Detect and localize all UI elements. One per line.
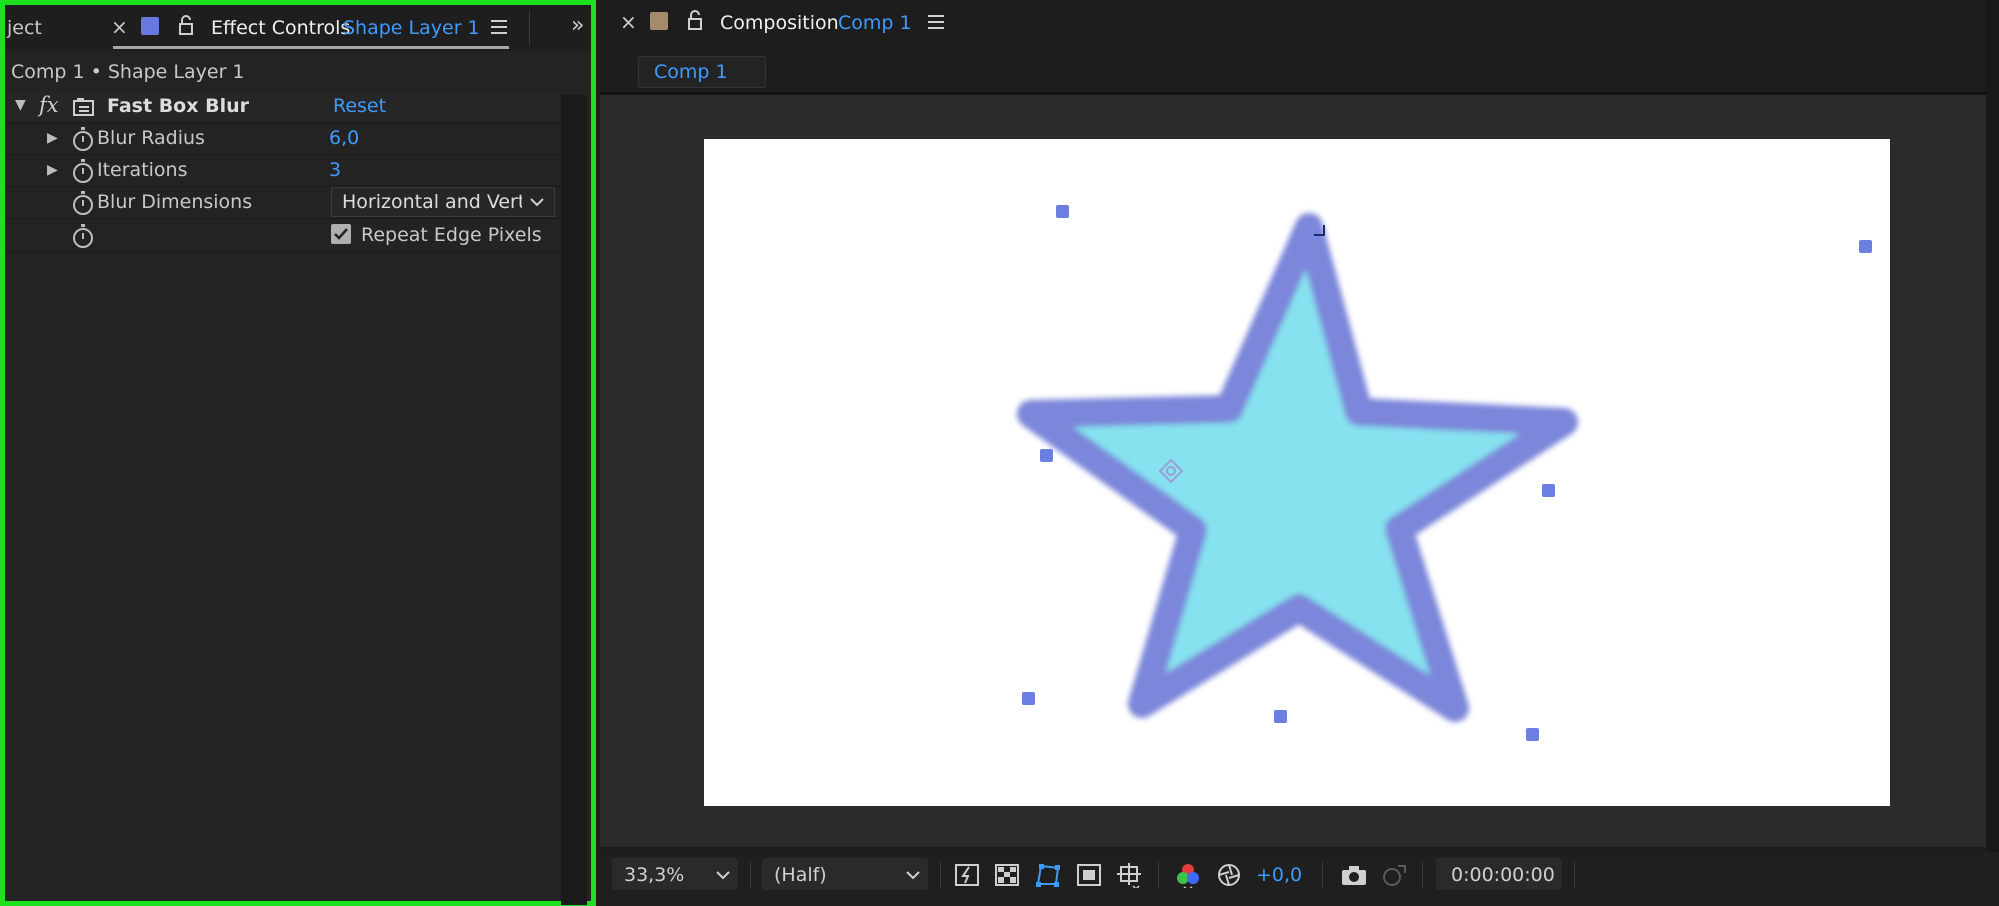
bounding-handle[interactable] [1859,240,1872,253]
close-icon[interactable]: × [620,10,637,34]
panel-menu-icon[interactable] [928,15,944,17]
stopwatch-icon[interactable] [73,191,93,215]
toolbar-separator [1574,862,1575,888]
composition-tab-title[interactable]: Composition [720,12,839,34]
channel-rgb-icon[interactable] [1174,862,1200,888]
reset-button[interactable]: Reset [333,95,386,117]
toolbar-separator [1422,862,1423,888]
toolbar-separator [940,862,941,888]
bounding-handle[interactable] [1040,449,1053,462]
toolbar-separator [750,862,751,888]
effect-controls-panel: ject × Effect Controls Shape Layer 1 » C… [0,0,596,906]
close-icon[interactable]: × [111,15,128,39]
tab-divider [529,11,530,45]
bounding-handle[interactable] [1542,484,1555,497]
comp-flow-tab-label: Comp 1 [654,61,728,83]
viewer-scrollbar[interactable] [1986,0,1999,852]
layer-color-swatch [141,17,159,35]
camera-snapshot-icon[interactable] [1340,862,1366,888]
chevron-right-icon[interactable]: ▶ [47,130,58,146]
stopwatch-icon[interactable] [73,224,93,248]
viewer-toolbar: 33,3% (Half) +0,0 0:00:00:00 [600,852,1999,906]
chevron-down-icon [906,871,920,880]
comp-color-swatch [650,12,668,30]
property-row-repeat-edge[interactable]: Repeat Edge Pixels [5,219,561,253]
repeat-edge-checkbox[interactable] [331,224,351,244]
exposure-value[interactable]: +0,0 [1256,864,1302,886]
effect-controls-tab-layer[interactable]: Shape Layer 1 [343,17,480,39]
grid-guide-options-icon[interactable] [1116,862,1142,888]
stopwatch-icon[interactable] [73,159,93,183]
property-row-iterations[interactable]: ▶ Iterations 3 [5,155,561,187]
effect-controls-tabbar: ject × Effect Controls Shape Layer 1 » [5,5,591,51]
effect-name: Fast Box Blur [107,95,249,117]
blur-dimensions-dropdown[interactable]: Horizontal and Verti [331,187,555,217]
toolbar-separator [1158,862,1159,888]
bounding-handle[interactable] [1526,728,1539,741]
vertex-corner-marker [1314,225,1325,236]
zoom-value: 33,3% [624,864,685,886]
chevron-down-icon [716,871,730,880]
zoom-dropdown[interactable]: 33,3% [612,858,738,890]
bounding-handle[interactable] [1274,710,1287,723]
repeat-edge-label: Repeat Edge Pixels [361,224,542,246]
chevron-down-icon[interactable]: ▼ [15,97,26,113]
fx-icon[interactable]: fx [39,93,59,117]
property-label: Blur Radius [97,127,205,149]
property-label: Blur Dimensions [97,191,253,213]
reset-exposure-icon[interactable] [1216,862,1242,888]
effect-controls-tab-title[interactable]: Effect Controls [211,17,350,39]
star-shape-layer[interactable] [704,139,1890,806]
dropdown-value: Horizontal and Verti [342,191,522,213]
effect-row-fast-box-blur[interactable]: ▼ fx Fast Box Blur Reset [5,91,561,123]
breadcrumb: Comp 1 • Shape Layer 1 [11,61,245,83]
bounding-handle[interactable] [1056,205,1069,218]
resolution-dropdown[interactable]: (Half) [762,858,928,890]
lock-icon[interactable] [686,10,704,32]
lock-icon[interactable] [177,15,195,37]
effect-preset-icon[interactable] [73,98,95,116]
overflow-chevron-icon[interactable]: » [571,13,584,38]
active-tab-underline [113,46,509,49]
project-tab-partial[interactable]: ject [7,17,42,39]
region-of-interest-icon[interactable] [1076,862,1102,888]
composition-tab-comp[interactable]: Comp 1 [838,12,912,34]
toolbar-separator [1322,862,1323,888]
composition-canvas[interactable] [704,139,1890,806]
property-label: Iterations [97,159,188,181]
fast-previews-icon[interactable] [954,862,980,888]
anchor-point-icon[interactable] [1156,456,1186,486]
effect-controls-scrollbar[interactable] [561,95,587,905]
panel-menu-icon[interactable] [491,20,507,22]
chevron-right-icon[interactable]: ▶ [47,162,58,178]
timecode-value: 0:00:00:00 [1451,864,1555,886]
iterations-value[interactable]: 3 [329,159,341,181]
stopwatch-icon[interactable] [73,127,93,151]
property-row-blur-dimensions[interactable]: Blur Dimensions Horizontal and Verti [5,187,561,219]
resolution-value: (Half) [774,864,827,886]
mask-path-visibility-icon[interactable] [1034,862,1060,888]
property-row-blur-radius[interactable]: ▶ Blur Radius 6,0 [5,123,561,155]
bounding-handle[interactable] [1022,692,1035,705]
timecode-display[interactable]: 0:00:00:00 [1436,858,1562,890]
chevron-down-icon [530,198,544,207]
blur-radius-value[interactable]: 6,0 [329,127,359,149]
show-snapshot-icon[interactable] [1380,862,1406,888]
transparency-grid-icon[interactable] [994,862,1020,888]
comp-flow-tab[interactable]: Comp 1 [638,56,766,88]
